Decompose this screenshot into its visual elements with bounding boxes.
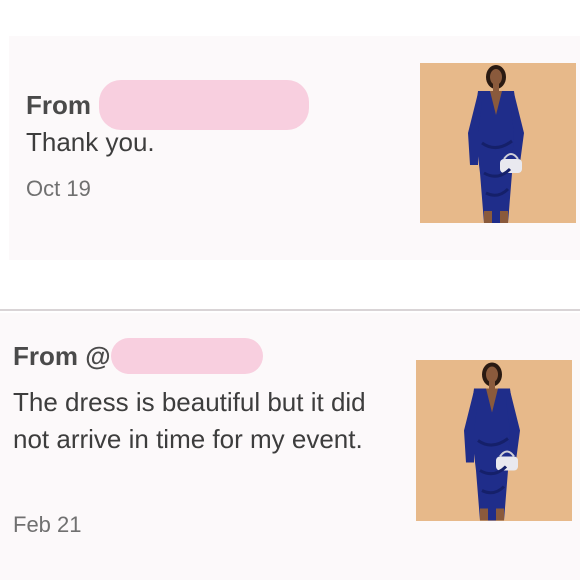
from-label: From [26,89,91,120]
message-card[interactable]: From Thank you. Oct 19 [9,36,580,260]
message-card[interactable]: From @ The dress is beautiful but it did… [0,313,580,580]
product-thumbnail[interactable] [416,360,572,521]
dress-photo-image [420,63,576,223]
message-date: Oct 19 [26,176,91,201]
sender-row: From @ [13,338,263,374]
message-date: Feb 21 [13,512,82,537]
message-text: Thank you. [26,127,155,157]
divider [0,309,580,311]
redacted-username [110,338,263,374]
dress-photo-image [416,360,572,521]
sender-row: From [26,80,309,130]
product-thumbnail[interactable] [420,63,576,223]
message-text: The dress is beautiful but it did not ar… [13,387,366,454]
redacted-username [99,80,309,130]
from-label: From @ [13,340,111,371]
